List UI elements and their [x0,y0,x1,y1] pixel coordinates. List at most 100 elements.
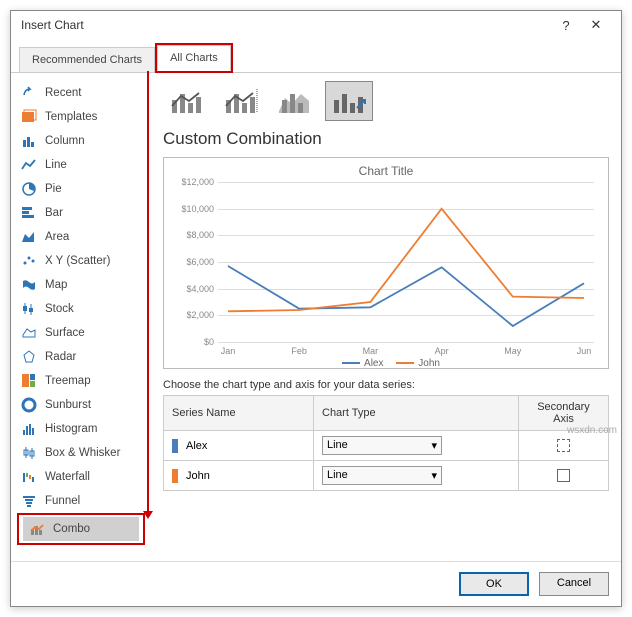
legend-swatch-alex [342,362,360,364]
sidebar-item-map[interactable]: Map [11,273,151,297]
scatter-icon [21,253,37,269]
watermark: wsxdn.com [567,425,617,436]
sidebar-item-bar[interactable]: Bar [11,201,151,225]
sidebar-label: Column [45,135,85,147]
cancel-button[interactable]: Cancel [539,572,609,596]
sidebar-label: Map [45,279,67,291]
sidebar-item-area[interactable]: Area [11,225,151,249]
sidebar-label: Radar [45,351,76,363]
sidebar-item-combo[interactable]: Combo [23,517,139,541]
chart-title-text: Chart Title [168,164,604,178]
sidebar-label: Waterfall [45,471,90,483]
legend-swatch-john [396,362,414,364]
combo-thumb-1[interactable] [163,81,211,121]
sidebar-item-funnel[interactable]: Funnel [11,489,151,513]
bar-icon [21,205,37,221]
tabs: Recommended Charts All Charts [11,43,621,73]
sidebar-item-recent[interactable]: Recent [11,81,151,105]
line-icon [21,157,37,173]
templates-icon [21,109,37,125]
sidebar-item-sunburst[interactable]: Sunburst [11,393,151,417]
combo-thumb-3[interactable] [271,81,319,121]
chart-type-sidebar: Recent Templates Column Line Pie Bar Are… [11,73,151,553]
help-button[interactable]: ? [551,18,581,33]
map-icon [21,277,37,293]
tab-all-charts[interactable]: All Charts [157,45,231,71]
sunburst-icon [21,397,37,413]
sidebar-item-boxwhisker[interactable]: Box & Whisker [11,441,151,465]
sidebar-label: Templates [45,111,97,123]
sidebar-combo-highlight: Combo [17,513,145,545]
th-chart-type: Chart Type [314,396,519,431]
sidebar-item-column[interactable]: Column [11,129,151,153]
sidebar-item-pie[interactable]: Pie [11,177,151,201]
area-icon [21,229,37,245]
combo-subtype-row [163,81,609,121]
sidebar-item-surface[interactable]: Surface [11,321,151,345]
legend-label: Alex [364,358,383,369]
series-table: Series Name Chart Type Secondary Axis Al… [163,395,609,491]
sidebar-label: Box & Whisker [45,447,120,459]
series-instruction: Choose the chart type and axis for your … [163,379,609,391]
plot-area: $0$2,000$4,000$6,000$8,000$10,000$12,000… [218,182,594,342]
secondary-axis-checkbox-john[interactable] [557,469,570,482]
histogram-icon [21,421,37,437]
sidebar-item-templates[interactable]: Templates [11,105,151,129]
series-row-john: John Line ▾ [164,461,609,491]
tab-all-highlight: All Charts [155,43,233,73]
series-row-alex: Alex Line▾ [164,431,609,461]
sidebar-label: Line [45,159,67,171]
close-button[interactable]: ✕ [581,17,611,33]
sidebar-label: Treemap [45,375,91,387]
treemap-icon [21,373,37,389]
combo-icon [29,521,45,537]
sidebar-item-line[interactable]: Line [11,153,151,177]
sidebar-label: Pie [45,183,62,195]
series-name: Alex [186,439,207,451]
sidebar-item-stock[interactable]: Stock [11,297,151,321]
surface-icon [21,325,37,341]
sidebar-item-histogram[interactable]: Histogram [11,417,151,441]
sidebar-label: X Y (Scatter) [45,255,110,267]
column-icon [21,133,37,149]
secondary-axis-checkbox-alex[interactable] [557,439,570,452]
combo-thumb-2[interactable] [217,81,265,121]
chart-legend: Alex John [168,358,604,373]
pie-icon [21,181,37,197]
combo-thumb-4-custom[interactable] [325,81,373,121]
legend-label: John [418,358,440,369]
series-swatch [172,439,178,453]
dialog-footer: OK Cancel [11,561,621,606]
sidebar-item-radar[interactable]: Radar [11,345,151,369]
sidebar-label: Sunburst [45,399,91,411]
series-name: John [186,469,210,481]
chart-preview[interactable]: Chart Title $0$2,000$4,000$6,000$8,000$1… [163,157,609,369]
titlebar: Insert Chart ? ✕ [11,11,621,39]
section-title: Custom Combination [163,129,609,149]
select-value: Line [327,439,348,452]
boxwhisker-icon [21,445,37,461]
sidebar-item-waterfall[interactable]: Waterfall [11,465,151,489]
funnel-icon [21,493,37,509]
sidebar-label: Stock [45,303,74,315]
ok-button[interactable]: OK [459,572,529,596]
chevron-down-icon: ▾ [431,469,437,482]
chart-type-select-john[interactable]: Line ▾ [322,466,442,485]
tab-recommended[interactable]: Recommended Charts [19,47,155,73]
main-panel: Custom Combination Chart Title $0$2,000$… [151,73,621,553]
sidebar-item-xy[interactable]: X Y (Scatter) [11,249,151,273]
select-value: Line [327,469,348,482]
sidebar-label: Surface [45,327,85,339]
insert-chart-dialog: Insert Chart ? ✕ Recommended Charts All … [10,10,622,607]
th-series-name: Series Name [164,396,314,431]
waterfall-icon [21,469,37,485]
sidebar-label: Histogram [45,423,97,435]
sidebar-label: Area [45,231,69,243]
chart-type-select-alex[interactable]: Line▾ [322,436,442,455]
sidebar-label: Combo [53,523,90,535]
sidebar-item-treemap[interactable]: Treemap [11,369,151,393]
series-swatch [172,469,178,483]
sidebar-label: Bar [45,207,63,219]
sidebar-label: Funnel [45,495,80,507]
radar-icon [21,349,37,365]
